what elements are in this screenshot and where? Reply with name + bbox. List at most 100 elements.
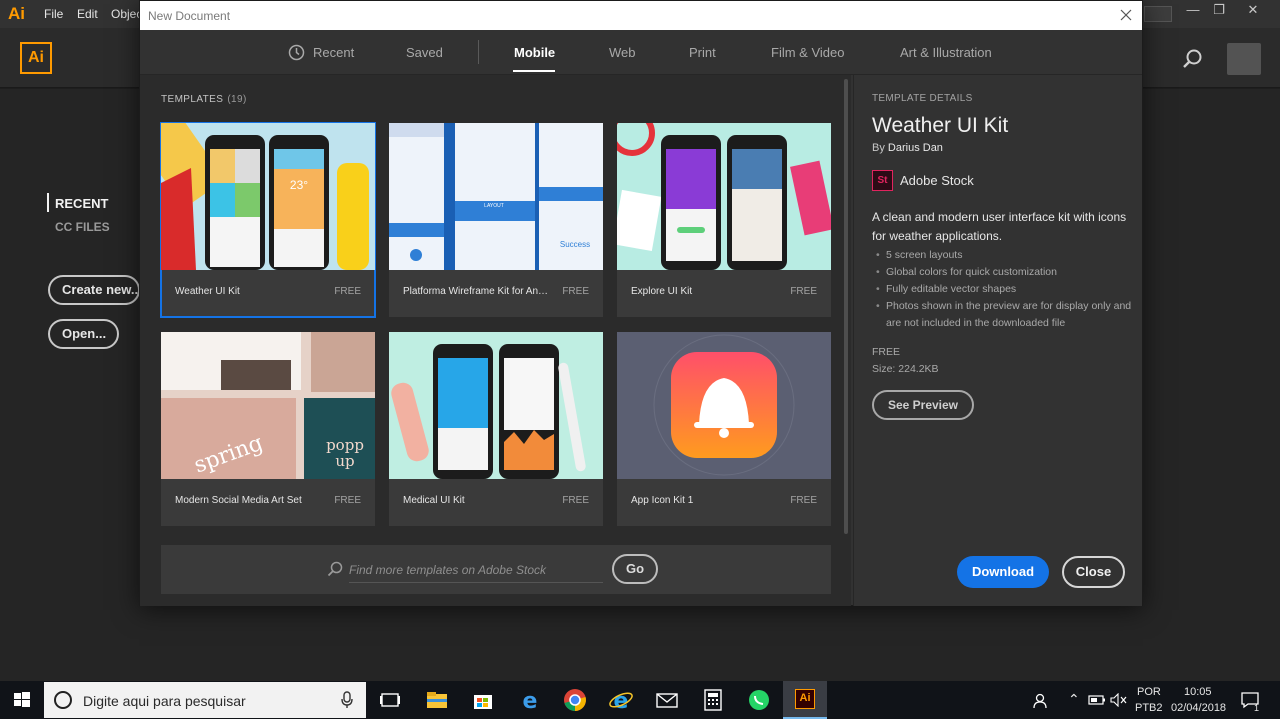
template-card-platforma-wireframe-kit[interactable]: Success LAYOUT Platforma Wireframe Kit f…	[389, 123, 603, 317]
search-icon	[327, 561, 343, 577]
details-size: Size: 224.2KB	[872, 363, 939, 375]
svg-text:up: up	[335, 452, 354, 470]
recent-indicator	[47, 193, 49, 212]
template-name: Weather UI Kit	[175, 286, 240, 297]
template-name: App Icon Kit 1	[631, 495, 694, 506]
template-price: FREE	[562, 495, 589, 506]
calculator-icon[interactable]	[700, 687, 726, 713]
scrollbar[interactable]	[844, 79, 848, 534]
taskbar-search[interactable]: Digite aqui para pesquisar	[44, 682, 366, 718]
templates-count: (19)	[227, 94, 247, 105]
template-thumbnail: spring popp up	[161, 332, 375, 479]
user-avatar[interactable]	[1227, 43, 1261, 75]
see-preview-button[interactable]: See Preview	[872, 390, 974, 420]
template-price: FREE	[562, 286, 589, 297]
menu-file[interactable]: File	[44, 7, 63, 21]
people-icon[interactable]	[1032, 692, 1050, 710]
template-name: Modern Social Media Art Set	[175, 495, 302, 506]
chevron-up-icon[interactable]: ⌃	[1068, 691, 1080, 708]
windows-start-icon[interactable]	[0, 681, 44, 719]
details-author: By Darius Dan	[872, 142, 943, 154]
whatsapp-icon[interactable]	[746, 687, 772, 713]
close-button[interactable]: Close	[1062, 556, 1125, 588]
task-view-icon[interactable]	[377, 687, 403, 713]
new-document-dialog: New Document Recent Saved Mobile Web Pri…	[139, 0, 1143, 606]
tab-film-video[interactable]: Film & Video	[771, 45, 844, 60]
template-thumbnail	[617, 123, 831, 270]
windows-taskbar: Digite aqui para pesquisar e e Ai ⌃ POR …	[0, 681, 1280, 719]
create-new-button[interactable]: Create new...	[48, 275, 140, 305]
dialog-title: New Document	[148, 9, 231, 23]
language-indicator[interactable]: POR	[1137, 686, 1161, 698]
app-search-field[interactable]	[1144, 6, 1172, 22]
file-explorer-icon[interactable]	[424, 687, 450, 713]
illustrator-taskbar-icon: Ai	[795, 689, 815, 709]
edge-icon[interactable]: e	[517, 687, 543, 713]
cortana-icon	[54, 691, 72, 709]
details-source: Adobe Stock	[900, 173, 974, 188]
sidebar-item-recent[interactable]: RECENT	[55, 196, 108, 211]
tab-print[interactable]: Print	[689, 45, 716, 60]
active-tab-underline	[513, 70, 555, 72]
list-item: Global colors for quick customization	[876, 264, 1138, 281]
template-card-medical-ui-kit[interactable]: Medical UI Kit FREE	[389, 332, 603, 526]
tab-recent[interactable]: Recent	[313, 45, 354, 60]
template-thumbnail	[389, 332, 603, 479]
template-card-app-icon-kit-1[interactable]: App Icon Kit 1 FREE	[617, 332, 831, 526]
restore-icon[interactable]: ❐	[1206, 2, 1232, 18]
taskbar-search-text: Digite aqui para pesquisar	[83, 693, 246, 709]
template-name: Platforma Wireframe Kit for Andr...	[403, 286, 553, 297]
minimize-icon[interactable]: —	[1180, 2, 1206, 17]
microphone-icon[interactable]	[341, 691, 353, 709]
tab-web[interactable]: Web	[609, 45, 636, 60]
stock-search-input[interactable]	[349, 557, 603, 583]
close-icon[interactable]	[1116, 5, 1136, 25]
preset-tabs: Recent Saved Mobile Web Print Film & Vid…	[140, 30, 1142, 75]
template-price: FREE	[790, 495, 817, 506]
clock-time[interactable]: 10:05	[1184, 686, 1212, 698]
chrome-icon[interactable]	[562, 687, 588, 713]
tab-art-illustration[interactable]: Art & Illustration	[900, 45, 992, 60]
template-card-weather-ui-kit[interactable]: 23° Weather UI Kit FREE	[160, 122, 376, 318]
sidebar-item-cc-files[interactable]: CC FILES	[55, 220, 110, 234]
notification-count: 1	[1254, 703, 1260, 713]
search-icon[interactable]	[1182, 48, 1204, 70]
templates-pane: TEMPLATES (19) 23° Weather UI Kit FREE S…	[140, 75, 851, 606]
menu-edit[interactable]: Edit	[77, 7, 98, 21]
store-icon[interactable]	[470, 687, 496, 713]
details-price: FREE	[872, 346, 901, 358]
tab-mobile[interactable]: Mobile	[514, 45, 555, 60]
illustrator-logo-small: Ai	[8, 4, 25, 23]
template-name: Medical UI Kit	[403, 495, 465, 506]
template-details-pane: TEMPLATE DETAILS Weather UI Kit By Dariu…	[853, 75, 1142, 606]
list-item: Fully editable vector shapes	[876, 281, 1138, 298]
template-price: FREE	[334, 286, 361, 297]
taskbar-illustrator-active[interactable]: Ai	[783, 681, 827, 719]
internet-explorer-icon[interactable]: e	[608, 687, 634, 713]
open-button[interactable]: Open...	[48, 319, 119, 349]
mail-icon[interactable]	[654, 687, 680, 713]
details-by: By	[872, 142, 885, 154]
svg-text:Success: Success	[560, 240, 590, 249]
tab-saved[interactable]: Saved	[406, 45, 443, 60]
clock-date[interactable]: 02/04/2018	[1171, 702, 1226, 714]
dialog-titlebar: New Document	[140, 1, 1142, 30]
details-author-name: Darius Dan	[887, 142, 943, 154]
template-name: Explore UI Kit	[631, 286, 693, 297]
battery-icon[interactable]	[1088, 693, 1106, 707]
go-button[interactable]: Go	[612, 554, 658, 584]
close-window-icon[interactable]: ✕	[1240, 2, 1266, 18]
list-item: 5 screen layouts	[876, 247, 1138, 264]
template-card-explore-ui-kit[interactable]: Explore UI Kit FREE	[617, 123, 831, 317]
keyboard-layout[interactable]: PTB2	[1135, 702, 1163, 714]
template-thumbnail: 23°	[161, 123, 375, 270]
templates-label: TEMPLATES	[161, 94, 224, 105]
volume-muted-icon[interactable]	[1110, 693, 1128, 707]
template-price: FREE	[790, 286, 817, 297]
svg-text:e: e	[523, 689, 538, 713]
download-button[interactable]: Download	[957, 556, 1049, 588]
template-card-modern-social-media-art-set[interactable]: spring popp up Modern Social Media Art S…	[161, 332, 375, 526]
menu-object[interactable]: Objec	[111, 7, 142, 21]
details-bullets: 5 screen layouts Global colors for quick…	[876, 247, 1138, 332]
template-thumbnail: Success LAYOUT	[389, 123, 603, 270]
